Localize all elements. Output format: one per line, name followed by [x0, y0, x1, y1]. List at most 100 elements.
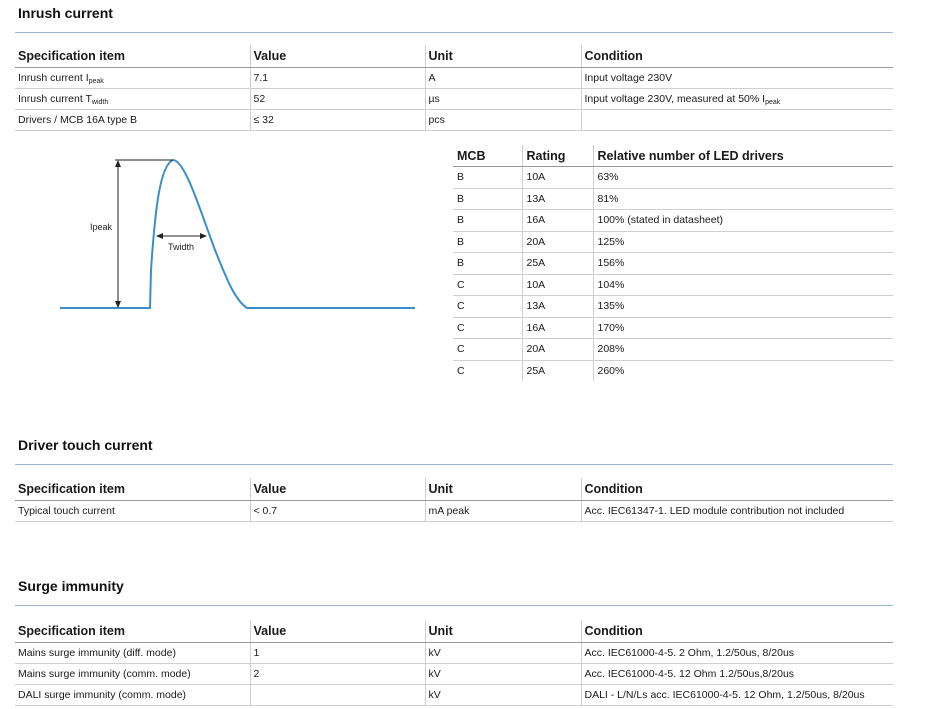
table-row: C 20A 208% — [453, 338, 893, 361]
mcb-relative-cell: 170% — [592, 317, 893, 339]
mcb-type-cell: B — [453, 166, 522, 189]
spec-unit-cell: kV — [424, 642, 581, 664]
spec-unit-cell: A — [424, 67, 581, 89]
table-row: Mains surge immunity (diff. mode) 1 kV A… — [15, 642, 893, 664]
table-row: Inrush current Ipeak 7.1 A Input voltage… — [15, 67, 893, 89]
touch-section-title: Driver touch current — [18, 437, 153, 453]
table-header-row: Specification item Value Unit Condition — [15, 45, 893, 68]
table-row: B 13A 81% — [453, 188, 893, 210]
spec-item-cell: Inrush current Twidth — [15, 88, 250, 110]
mcb-relative-cell: 63% — [592, 166, 893, 189]
table-row: C 16A 170% — [453, 317, 893, 339]
table-row: Mains surge immunity (comm. mode) 2 kV A… — [15, 663, 893, 685]
table-row: B 16A 100% (stated in datasheet) — [453, 209, 893, 232]
mcb-relative-cell: 260% — [592, 360, 893, 381]
header-unit: Unit — [424, 45, 581, 68]
spec-condition-cell — [580, 109, 893, 131]
table-row: C 13A 135% — [453, 295, 893, 318]
mcb-rating-cell: 25A — [521, 252, 593, 275]
spec-unit-cell: pcs — [424, 109, 581, 131]
spec-item-cell: DALI surge immunity (comm. mode) — [15, 684, 250, 706]
spec-unit-cell: µs — [424, 88, 581, 110]
spec-item-cell: Typical touch current — [15, 500, 250, 522]
spec-value-cell: ≤ 32 — [249, 109, 425, 131]
mcb-rating-cell: 25A — [521, 360, 593, 381]
mcb-type-cell: B — [453, 252, 522, 275]
mcb-type-cell: C — [453, 295, 522, 318]
spec-value-cell: 1 — [249, 642, 425, 664]
mcb-relative-cell: 156% — [592, 252, 893, 275]
mcb-type-cell: C — [453, 338, 522, 361]
spec-unit-cell: mA peak — [424, 500, 581, 522]
spec-condition-cell: Acc. IEC61000-4-5. 12 Ohm 1.2/50us,8/20u… — [580, 663, 893, 685]
table-row: B 10A 63% — [453, 166, 893, 189]
mcb-relative-cell: 208% — [592, 338, 893, 361]
header-specification-item: Specification item — [15, 478, 250, 501]
inrush-section-title: Inrush current — [18, 5, 113, 21]
table-row: Typical touch current < 0.7 mA peak Acc.… — [15, 500, 893, 522]
mcb-rating-cell: 13A — [521, 295, 593, 318]
touch-spec-table: Specification item Value Unit Condition … — [15, 478, 893, 522]
mcb-type-cell: C — [453, 317, 522, 339]
table-row: Inrush current Twidth 52 µs Input voltag… — [15, 88, 893, 110]
spec-condition-cell: Acc. IEC61000-4-5. 2 Ohm, 1.2/50us, 8/20… — [580, 642, 893, 664]
mcb-relative-cell: 135% — [592, 295, 893, 318]
inrush-spec-table: Specification item Value Unit Condition … — [15, 45, 893, 131]
spec-value-cell: 2 — [249, 663, 425, 685]
inrush-section-rule — [15, 32, 893, 33]
table-row: B 25A 156% — [453, 252, 893, 275]
header-relative-number: Relative number of LED drivers — [592, 145, 893, 167]
mcb-rating-cell: 20A — [521, 231, 593, 253]
spec-item-cell: Drivers / MCB 16A type B — [15, 109, 250, 131]
surge-section-title: Surge immunity — [18, 578, 124, 594]
touch-section-rule — [15, 464, 893, 465]
header-specification-item: Specification item — [15, 620, 250, 643]
spec-condition-cell: Input voltage 230V, measured at 50% Ipea… — [580, 88, 893, 110]
peak-arrow-down-icon — [115, 301, 121, 308]
mcb-relative-cell: 104% — [592, 274, 893, 296]
header-specification-item: Specification item — [15, 45, 250, 68]
mcb-type-cell: B — [453, 188, 522, 210]
width-arrow-right-icon — [200, 233, 207, 239]
table-row: DALI surge immunity (comm. mode) kV DALI… — [15, 684, 893, 706]
header-condition: Condition — [580, 478, 893, 501]
mcb-type-cell: C — [457, 364, 465, 377]
twidth-label: Twidth — [168, 242, 194, 252]
mcb-type-cell: B — [453, 231, 522, 253]
table-header-row: Specification item Value Unit Condition — [15, 620, 893, 643]
surge-section-rule — [15, 605, 893, 606]
mcb-type-cell: C — [453, 274, 522, 296]
header-condition: Condition — [580, 45, 893, 68]
spec-item-cell: Inrush current Ipeak — [15, 67, 250, 89]
mcb-rating-cell: 10A — [521, 166, 593, 189]
mcb-rating-cell: 10A — [521, 274, 593, 296]
header-value: Value — [249, 620, 425, 643]
spec-condition-cell: Acc. IEC61347-1. LED module contribution… — [580, 500, 893, 522]
spec-condition-cell: DALI - L/N/Ls acc. IEC61000-4-5. 12 Ohm,… — [580, 684, 893, 706]
mcb-relative-cell: 125% — [592, 231, 893, 253]
header-unit: Unit — [424, 620, 581, 643]
width-arrow-left-icon — [156, 233, 163, 239]
mcb-rating-cell: 16A — [521, 317, 593, 339]
header-mcb: MCB — [453, 145, 522, 167]
surge-spec-table: Specification item Value Unit Condition … — [15, 620, 893, 706]
spec-unit-cell: kV — [424, 663, 581, 685]
mcb-rating-cell: 16A — [521, 209, 593, 232]
spec-value-cell: 7.1 — [249, 67, 425, 89]
spec-item-cell: Mains surge immunity (diff. mode) — [15, 642, 250, 664]
spec-condition-cell: Input voltage 230V — [580, 67, 893, 89]
header-unit: Unit — [424, 478, 581, 501]
mcb-type-cell: B — [453, 209, 522, 232]
table-row: Drivers / MCB 16A type B ≤ 32 pcs — [15, 109, 893, 131]
header-condition: Condition — [580, 620, 893, 643]
spec-item-cell: Mains surge immunity (comm. mode) — [15, 663, 250, 685]
table-header-row: MCB Rating Relative number of LED driver… — [453, 145, 893, 167]
mcb-rating-cell: 20A — [521, 338, 593, 361]
mcb-rating-cell: 13A — [521, 188, 593, 210]
spec-value-cell: 52 — [249, 88, 425, 110]
mcb-rating-table: MCB Rating Relative number of LED driver… — [453, 145, 893, 381]
header-value: Value — [249, 478, 425, 501]
waveform-curve — [60, 158, 415, 309]
header-value: Value — [249, 45, 425, 68]
peak-arrow-up-icon — [115, 160, 121, 167]
